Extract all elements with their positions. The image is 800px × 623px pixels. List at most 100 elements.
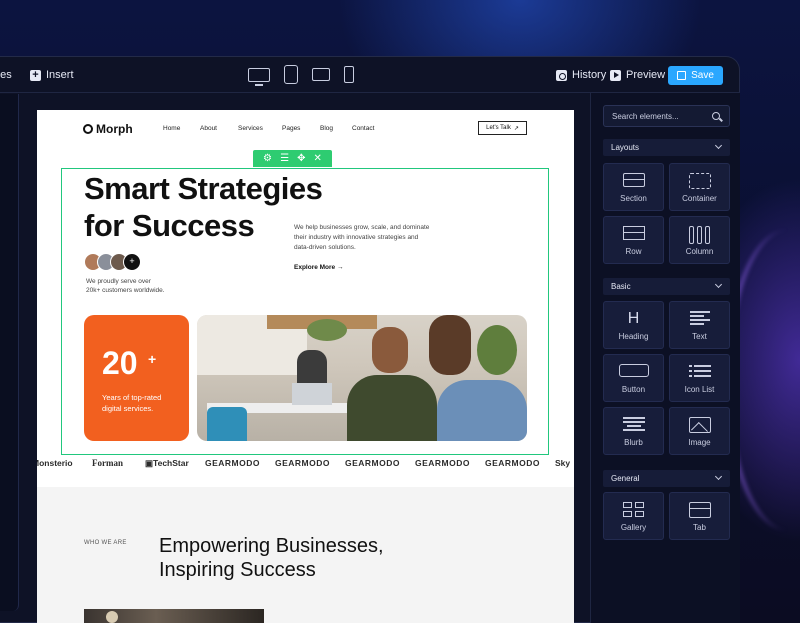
- page-canvas[interactable]: Morph Home About Services Pages Blog Con…: [37, 110, 574, 623]
- nav-pages[interactable]: Pages: [282, 125, 300, 132]
- left-sidebar-collapsed[interactable]: [0, 94, 19, 611]
- preview-button[interactable]: Preview: [610, 57, 665, 93]
- element-image[interactable]: Image: [669, 407, 730, 455]
- explore-more-link[interactable]: Explore More →: [294, 264, 344, 271]
- nav-about[interactable]: About: [200, 125, 217, 132]
- stat-plus: +: [148, 351, 157, 367]
- history-button[interactable]: History: [556, 57, 606, 93]
- pages-button[interactable]: ges: [0, 57, 12, 93]
- client-logo: GEARMODO: [485, 458, 540, 468]
- section-header-layouts[interactable]: Layouts: [603, 139, 730, 156]
- save-button[interactable]: Save: [668, 66, 723, 85]
- gear-icon[interactable]: ⚙: [263, 153, 272, 164]
- customer-avatars: +: [84, 253, 141, 271]
- search-input[interactable]: Search elements...: [603, 105, 730, 127]
- client-logo: GEARMODO: [275, 458, 330, 468]
- nav-contact[interactable]: Contact: [352, 125, 374, 132]
- section-title: Layouts: [611, 143, 640, 152]
- element-label: Gallery: [620, 523, 647, 532]
- lets-talk-label: Let's Talk: [486, 125, 511, 131]
- site-logo[interactable]: Morph: [83, 122, 133, 136]
- nav-blog[interactable]: Blog: [320, 125, 333, 132]
- element-label: Text: [692, 332, 707, 341]
- element-label: Heading: [618, 332, 649, 341]
- who-we-are-label: WHO WE ARE: [84, 540, 127, 546]
- stat-text: Years of top-rated digital services.: [102, 393, 162, 413]
- stat-card: 20 + Years of top-rated digital services…: [84, 315, 189, 441]
- element-button[interactable]: Button: [603, 354, 664, 402]
- lets-talk-button[interactable]: Let's Talk ↗: [478, 121, 527, 135]
- image-icon: [688, 417, 711, 433]
- menu-icon[interactable]: ☰: [280, 153, 289, 164]
- hero-description: We help businesses grow, scale, and domi…: [294, 224, 430, 251]
- tablet-landscape-icon[interactable]: [312, 68, 330, 81]
- section-header-basic[interactable]: Basic: [603, 278, 730, 295]
- element-section[interactable]: Section: [603, 163, 664, 211]
- section-title: Basic: [611, 282, 631, 291]
- customers-text-line2: 20k+ customers worldwide.: [86, 287, 165, 294]
- elements-panel: Search elements... Layouts Section Conta…: [590, 93, 740, 623]
- element-gallery[interactable]: Gallery: [603, 492, 664, 540]
- element-heading[interactable]: H Heading: [603, 301, 664, 349]
- element-row[interactable]: Row: [603, 216, 664, 264]
- tab-icon: [688, 502, 711, 518]
- pages-label: ges: [0, 69, 12, 81]
- section-header-general[interactable]: General: [603, 470, 730, 487]
- row-icon: [622, 226, 645, 240]
- element-container[interactable]: Container: [669, 163, 730, 211]
- search-icon: [712, 112, 720, 120]
- hero-title-line1: Smart Strategies: [84, 171, 323, 206]
- element-label: Icon List: [684, 385, 715, 394]
- insert-button[interactable]: + Insert: [30, 57, 74, 93]
- element-label: Blurb: [624, 438, 643, 447]
- heading-icon: H: [627, 310, 640, 327]
- customers-text: We proudly serve over 20k+ customers wor…: [86, 277, 196, 295]
- element-label: Section: [620, 194, 647, 203]
- nav-home[interactable]: Home: [163, 125, 180, 132]
- about-image: [84, 609, 264, 623]
- element-label: Container: [682, 194, 717, 203]
- move-icon[interactable]: ✥: [297, 153, 305, 164]
- explore-label: Explore More: [294, 264, 336, 271]
- text-icon: [689, 311, 710, 325]
- blurb-icon: [622, 417, 645, 433]
- element-column[interactable]: Column: [669, 216, 730, 264]
- chevron-down-icon: [714, 280, 723, 289]
- icon-list-icon: [688, 364, 711, 378]
- client-logo: GEARMODO: [205, 458, 260, 468]
- element-label: Row: [625, 247, 642, 256]
- element-blurb[interactable]: Blurb: [603, 407, 664, 455]
- element-label: Column: [685, 247, 714, 256]
- gallery-icon: [622, 502, 645, 518]
- element-icon-list[interactable]: Icon List: [669, 354, 730, 402]
- play-icon: [610, 69, 621, 81]
- logo-text: Morph: [96, 122, 133, 136]
- selection-toolbar: ⚙ ☰ ✥ ✕: [253, 150, 332, 167]
- desktop-icon[interactable]: [248, 67, 270, 86]
- close-icon[interactable]: ✕: [314, 153, 322, 164]
- tablet-icon[interactable]: [284, 65, 298, 84]
- element-text[interactable]: Text: [669, 301, 730, 349]
- arrow-up-right-icon: ↗: [513, 125, 519, 132]
- section-icon: [622, 173, 645, 187]
- button-icon: [618, 364, 649, 377]
- top-toolbar: ges + Insert History Preview: [0, 57, 740, 93]
- client-logo: ▣ TechStar: [145, 458, 189, 468]
- container-icon: [688, 173, 711, 189]
- phone-icon[interactable]: [344, 66, 354, 83]
- plus-icon: +: [30, 69, 41, 81]
- column-icon: [688, 226, 711, 244]
- logo-mark-icon: [83, 124, 93, 134]
- plus-icon: +: [123, 253, 141, 271]
- nav-services[interactable]: Services: [238, 125, 263, 132]
- about-title-line2: Inspiring Success: [159, 559, 316, 581]
- arrow-right-icon: →: [337, 264, 344, 271]
- about-section: WHO WE ARE Empowering Businesses, Inspir…: [37, 487, 574, 623]
- element-label: Button: [621, 385, 646, 394]
- customers-text-line1: We proudly serve over: [86, 278, 151, 285]
- save-icon: [677, 71, 687, 80]
- history-label: History: [572, 69, 607, 81]
- save-label: Save: [691, 70, 714, 81]
- section-title: General: [611, 474, 640, 483]
- element-tab[interactable]: Tab: [669, 492, 730, 540]
